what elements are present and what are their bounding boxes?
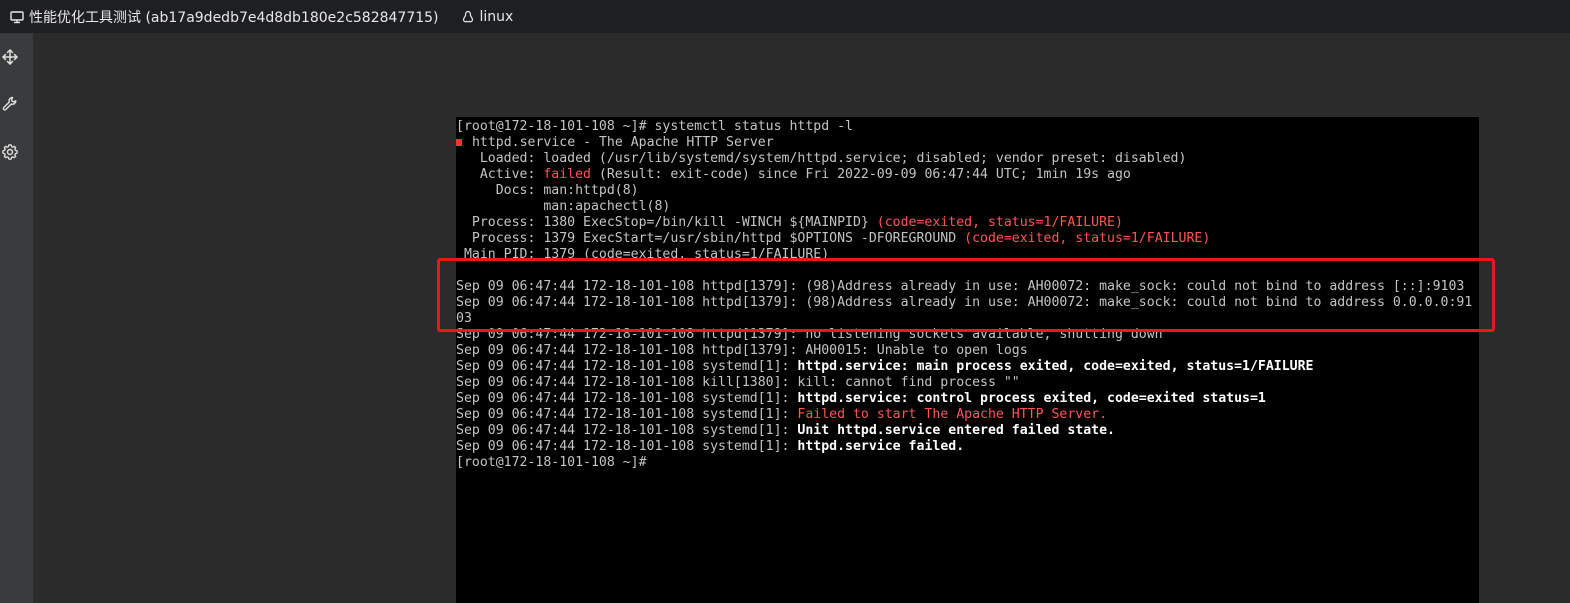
- terminal-line: Sep 09 06:47:44 172-18-101-108 httpd[137…: [456, 343, 1028, 359]
- tool-sidebar: [0, 33, 33, 603]
- session-tab-bar: 性能优化工具测试 (ab17a9dedb7e4d8db180e2c5828477…: [0, 0, 1570, 33]
- terminal-text-segment: httpd.service - The Apache HTTP Server: [471, 135, 774, 150]
- terminal-text-segment: httpd.service: main process exited, code…: [797, 359, 1314, 374]
- terminal-text-segment: Unit httpd.service entered failed state.: [797, 423, 1115, 438]
- monitor-icon: [10, 10, 24, 24]
- terminal-text-segment: Loaded: loaded (/usr/lib/systemd/system/…: [456, 151, 1187, 166]
- session-tab[interactable]: 性能优化工具测试 (ab17a9dedb7e4d8db180e2c5828477…: [10, 7, 439, 27]
- terminal-text-segment: Active:: [456, 167, 544, 182]
- session-title: 性能优化工具测试 (ab17a9dedb7e4d8db180e2c5828477…: [29, 9, 439, 26]
- terminal-line: Active: failed (Result: exit-code) since…: [456, 167, 1131, 183]
- linux-icon: [461, 10, 475, 24]
- move-button[interactable]: [0, 46, 20, 68]
- terminal-text-segment: Sep 09 06:47:44 172-18-101-108 systemd[1…: [456, 359, 798, 374]
- terminal-text-segment: Sep 09 06:47:44 172-18-101-108 kill[1380…: [456, 375, 1020, 390]
- move-icon: [1, 48, 19, 66]
- terminal-line: Sep 09 06:47:44 172-18-101-108 kill[1380…: [456, 375, 1020, 391]
- terminal-text-segment: (code=exited, status=1/FAILURE): [876, 215, 1123, 230]
- wrench-icon: [1, 95, 19, 113]
- terminal-text-segment: httpd.service: control process exited, c…: [797, 391, 1266, 406]
- terminal-line: Sep 09 06:47:44 172-18-101-108 systemd[1…: [456, 359, 1313, 375]
- terminal-text-segment: failed: [543, 167, 591, 182]
- terminal-text-segment: Process: 1379 ExecStart=/usr/sbin/httpd …: [456, 231, 965, 246]
- status-dot-icon: [456, 138, 462, 146]
- terminal-text-segment: [root@172-18-101-108 ~]# systemctl statu…: [456, 119, 853, 134]
- terminal-text-segment: Sep 09 06:47:44 172-18-101-108 systemd[1…: [456, 391, 798, 406]
- terminal-text-segment: httpd.service failed.: [797, 439, 965, 454]
- terminal-text-segment: Sep 09 06:47:44 172-18-101-108 httpd[137…: [456, 343, 1028, 358]
- terminal-line: Loaded: loaded (/usr/lib/systemd/system/…: [456, 151, 1187, 167]
- terminal-line: Docs: man:httpd(8): [456, 183, 639, 199]
- gear-icon: [1, 143, 19, 161]
- terminal-line: Sep 09 06:47:44 172-18-101-108 systemd[1…: [456, 391, 1266, 407]
- terminal-line: httpd.service - The Apache HTTP Server: [456, 135, 774, 151]
- os-label: linux: [479, 8, 514, 25]
- terminal-line: Process: 1379 ExecStart=/usr/sbin/httpd …: [456, 231, 1210, 247]
- terminal-line: man:apachectl(8): [456, 199, 670, 215]
- terminal-text-segment: Docs: man:httpd(8): [456, 183, 639, 198]
- terminal-text-segment: (Result: exit-code) since Fri 2022-09-09…: [590, 167, 1131, 182]
- terminal-text-segment: Failed to start The Apache HTTP Server.: [797, 407, 1108, 422]
- terminal-line: [root@172-18-101-108 ~]# systemctl statu…: [456, 119, 853, 135]
- terminal-line: Process: 1380 ExecStop=/bin/kill -WINCH …: [456, 215, 1123, 231]
- terminal-text-segment: (code=exited, status=1/FAILURE): [964, 231, 1211, 246]
- error-highlight-box: [437, 258, 1495, 332]
- terminal-line: Sep 09 06:47:44 172-18-101-108 systemd[1…: [456, 407, 1107, 423]
- terminal-text-segment: Sep 09 06:47:44 172-18-101-108 systemd[1…: [456, 407, 798, 422]
- terminal-screen[interactable]: [root@172-18-101-108 ~]# systemctl statu…: [456, 117, 1479, 603]
- terminal-text-segment: Sep 09 06:47:44 172-18-101-108 systemd[1…: [456, 439, 798, 454]
- os-indicator: linux: [461, 8, 514, 25]
- settings-button[interactable]: [0, 141, 20, 163]
- terminal-text-segment: Process: 1380 ExecStop=/bin/kill -WINCH …: [456, 215, 877, 230]
- terminal-line: Sep 09 06:47:44 172-18-101-108 systemd[1…: [456, 423, 1115, 439]
- terminal-text-segment: man:apachectl(8): [456, 199, 671, 214]
- terminal-line: Sep 09 06:47:44 172-18-101-108 systemd[1…: [456, 439, 964, 455]
- terminal-text-segment: [root@172-18-101-108 ~]#: [456, 455, 647, 470]
- tools-button[interactable]: [0, 93, 20, 115]
- terminal-line: [root@172-18-101-108 ~]#: [456, 455, 647, 471]
- terminal-text-segment: Sep 09 06:47:44 172-18-101-108 systemd[1…: [456, 423, 798, 438]
